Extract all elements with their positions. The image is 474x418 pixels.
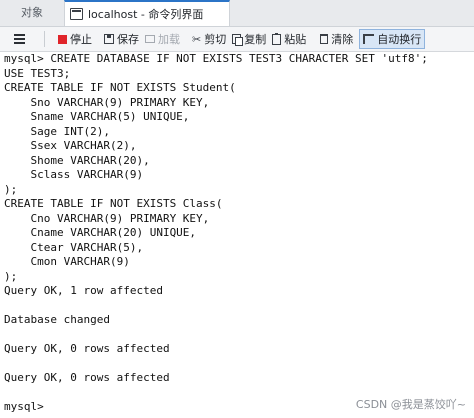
toolbar-divider	[44, 31, 45, 47]
paste-label: 粘贴	[284, 33, 307, 46]
console-line: mysql> CREATE DATABASE IF NOT EXISTS TES…	[4, 52, 428, 65]
copy-button[interactable]: 复制	[229, 29, 269, 49]
console-line: CREATE TABLE IF NOT EXISTS Student(	[4, 81, 236, 94]
toolbar: 停止 保存 加载 ✂ 剪切 复制 粘贴 清除 自动换行	[0, 27, 474, 52]
save-label: 保存	[117, 33, 139, 46]
console-line: Sno VARCHAR(9) PRIMARY KEY,	[4, 95, 210, 109]
console-line: Sname VARCHAR(5) UNIQUE,	[4, 110, 190, 123]
console-line: Ssex VARCHAR(2),	[4, 139, 137, 152]
console-line: CREATE TABLE IF NOT EXISTS Class(	[4, 197, 223, 210]
copy-label: 复制	[244, 33, 267, 46]
stop-icon	[58, 34, 67, 44]
word-wrap-toggle[interactable]: 自动换行	[359, 29, 426, 49]
console-line: Cname VARCHAR(20) UNIQUE,	[4, 226, 197, 239]
trash-icon	[320, 34, 329, 44]
tab-localhost-console[interactable]: localhost - 命令列界面	[64, 0, 230, 26]
console-line: Sage INT(2),	[4, 124, 110, 138]
scissors-icon: ✂	[192, 32, 202, 46]
console-line: USE TEST3;	[4, 66, 71, 80]
paste-button[interactable]: 粘贴	[269, 29, 309, 49]
watermark: CSDN @我是蒸饺吖~	[355, 398, 466, 411]
console-output[interactable]: mysql> CREATE DATABASE IF NOT EXISTS TES…	[4, 52, 472, 418]
hamburger-menu-icon[interactable]	[8, 29, 30, 49]
console-line: Query OK, 0 rows affected	[4, 342, 170, 355]
save-button[interactable]: 保存	[101, 29, 142, 49]
load-button[interactable]: 加载	[142, 29, 183, 49]
console-line: );	[4, 182, 18, 196]
console-line: Cno VARCHAR(9) PRIMARY KEY,	[4, 211, 210, 225]
tab-bar: 对象 localhost - 命令列界面	[0, 0, 474, 27]
console-line: Ctear VARCHAR(5),	[4, 240, 144, 254]
console-line: );	[4, 269, 18, 283]
tab-objects[interactable]: 对象	[0, 0, 64, 26]
stop-button[interactable]: 停止	[55, 29, 95, 49]
cut-label: 剪切	[204, 33, 227, 46]
clear-button[interactable]: 清除	[317, 29, 356, 49]
console-line: Query OK, 0 rows affected	[4, 371, 170, 384]
tab-label: localhost - 命令列界面	[88, 8, 204, 21]
console-line: Sclass VARCHAR(9)	[4, 168, 144, 181]
console-line: Query OK, 1 row affected	[4, 284, 163, 297]
stop-label: 停止	[70, 33, 92, 46]
clipboard-icon	[272, 32, 282, 45]
console-line: Database changed	[4, 313, 110, 326]
word-wrap-label: 自动换行	[377, 33, 422, 46]
cut-button[interactable]: ✂ 剪切	[189, 29, 229, 49]
copy-icon	[232, 34, 244, 46]
save-icon	[104, 34, 114, 44]
console-window-icon	[70, 8, 83, 20]
console-line: Cmon VARCHAR(9)	[4, 255, 130, 268]
word-wrap-icon	[363, 34, 375, 44]
folder-open-icon	[145, 35, 155, 43]
command-line-window: 对象 localhost - 命令列界面 停止 保存 加载 ✂ 剪切 复制 粘贴…	[0, 0, 474, 418]
clear-label: 清除	[331, 33, 354, 46]
console-line: Shome VARCHAR(20),	[4, 153, 150, 167]
load-label: 加载	[158, 33, 180, 46]
